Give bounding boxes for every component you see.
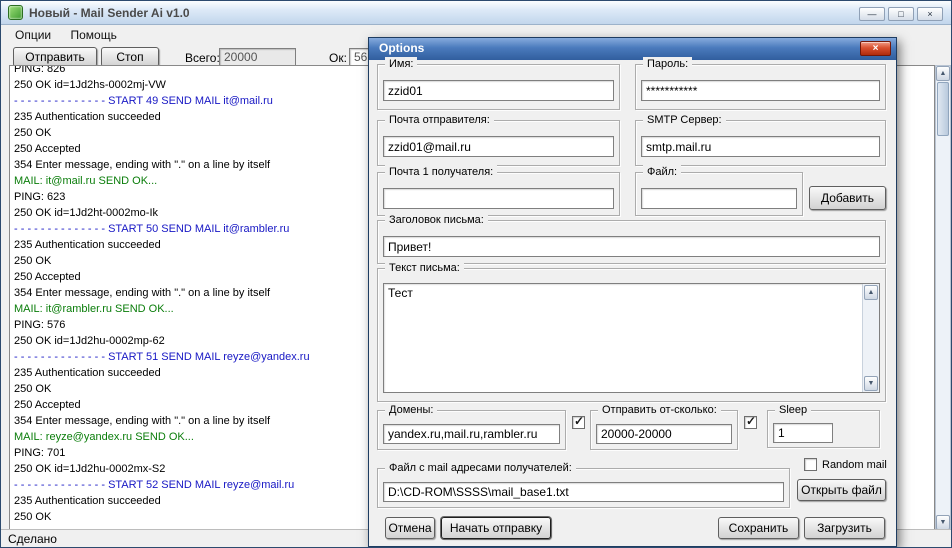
subject-label: Заголовок письма: [385,213,488,227]
subject-group: Заголовок письма: [377,220,886,264]
recipient-label: Почта 1 получателя: [385,165,497,179]
password-label: Пароль: [643,57,692,71]
menu-item-help[interactable]: Помощь [62,26,124,44]
main-window: Новый - Mail Sender Ai v1.0 — □ × Опции … [0,0,952,548]
sender-input[interactable] [383,136,614,157]
file-label: Файл: [643,165,681,179]
sleep-label: Sleep [775,403,811,417]
mail-file-input[interactable] [383,482,784,502]
mail-file-group: Файл с mail адресами получателей: [377,468,790,508]
sleep-group: Sleep [767,410,880,448]
domains-checkbox[interactable] [572,416,585,429]
range-checkbox[interactable] [744,416,757,429]
sender-group: Почта отправителя: [377,120,620,166]
add-button[interactable]: Добавить [809,186,886,210]
options-dialog: Options × Имя: Пароль: Почта отправителя… [368,37,897,547]
domains-input[interactable] [383,424,560,444]
dialog-title: Options [379,41,424,55]
scroll-thumb[interactable] [937,82,949,136]
subject-input[interactable] [383,236,880,257]
textarea-scrollbar[interactable]: ▲ ▼ [862,284,879,392]
name-label: Имя: [385,57,417,71]
title-bar: Новый - Mail Sender Ai v1.0 — □ × [1,1,951,25]
dialog-close-icon[interactable]: × [860,41,891,56]
random-mail-checkbox[interactable] [804,458,817,471]
recipient-group: Почта 1 получателя: [377,172,620,216]
app-icon [8,5,23,20]
window-title: Новый - Mail Sender Ai v1.0 [29,6,190,20]
sender-label: Почта отправителя: [385,113,494,127]
domains-group: Домены: [377,410,566,450]
body-group: Текст письма: Тест ▲ ▼ [377,268,886,402]
textarea-scroll-up-icon[interactable]: ▲ [864,285,878,300]
password-input[interactable] [641,80,880,101]
ok-label: Ок: [329,51,347,65]
status-text: Сделано [8,532,57,546]
log-scrollbar[interactable]: ▲ ▼ [935,65,951,531]
body-textarea[interactable]: Тест [384,284,862,392]
file-group: Файл: [635,172,803,216]
smtp-input[interactable] [641,136,880,157]
textarea-scroll-down-icon[interactable]: ▼ [864,376,878,391]
scroll-down-icon[interactable]: ▼ [936,515,950,530]
close-icon[interactable]: × [917,7,943,21]
open-file-button[interactable]: Открыть файл [797,479,886,501]
domains-label: Домены: [385,403,437,417]
smtp-group: SMTP Сервер: [635,120,886,166]
total-label: Всего: [185,51,220,65]
file-input[interactable] [641,188,797,209]
range-label: Отправить от-сколько: [598,403,721,417]
maximize-icon[interactable]: □ [888,7,914,21]
scroll-up-icon[interactable]: ▲ [936,66,950,81]
menu-item-options[interactable]: Опции [7,26,59,44]
name-input[interactable] [383,80,614,101]
password-group: Пароль: [635,64,886,110]
range-input[interactable] [596,424,732,444]
body-text-box: Тест ▲ ▼ [383,283,880,393]
sleep-input[interactable] [773,423,833,443]
body-label: Текст письма: [385,261,464,275]
random-mail-label: Random mail [822,459,887,471]
name-group: Имя: [377,64,620,110]
stop-button[interactable]: Стоп [101,47,159,67]
cancel-button[interactable]: Отмена [385,517,435,539]
smtp-label: SMTP Сервер: [643,113,726,127]
send-button[interactable]: Отправить [13,47,97,67]
recipient-input[interactable] [383,188,614,209]
mail-file-label: Файл с mail адресами получателей: [385,461,576,475]
total-input[interactable] [219,48,296,66]
start-button[interactable]: Начать отправку [441,517,551,539]
save-button[interactable]: Сохранить [718,517,799,539]
minimize-icon[interactable]: — [859,7,885,21]
range-group: Отправить от-сколько: [590,410,738,450]
dialog-title-bar: Options × [369,38,896,60]
load-button[interactable]: Загрузить [804,517,885,539]
